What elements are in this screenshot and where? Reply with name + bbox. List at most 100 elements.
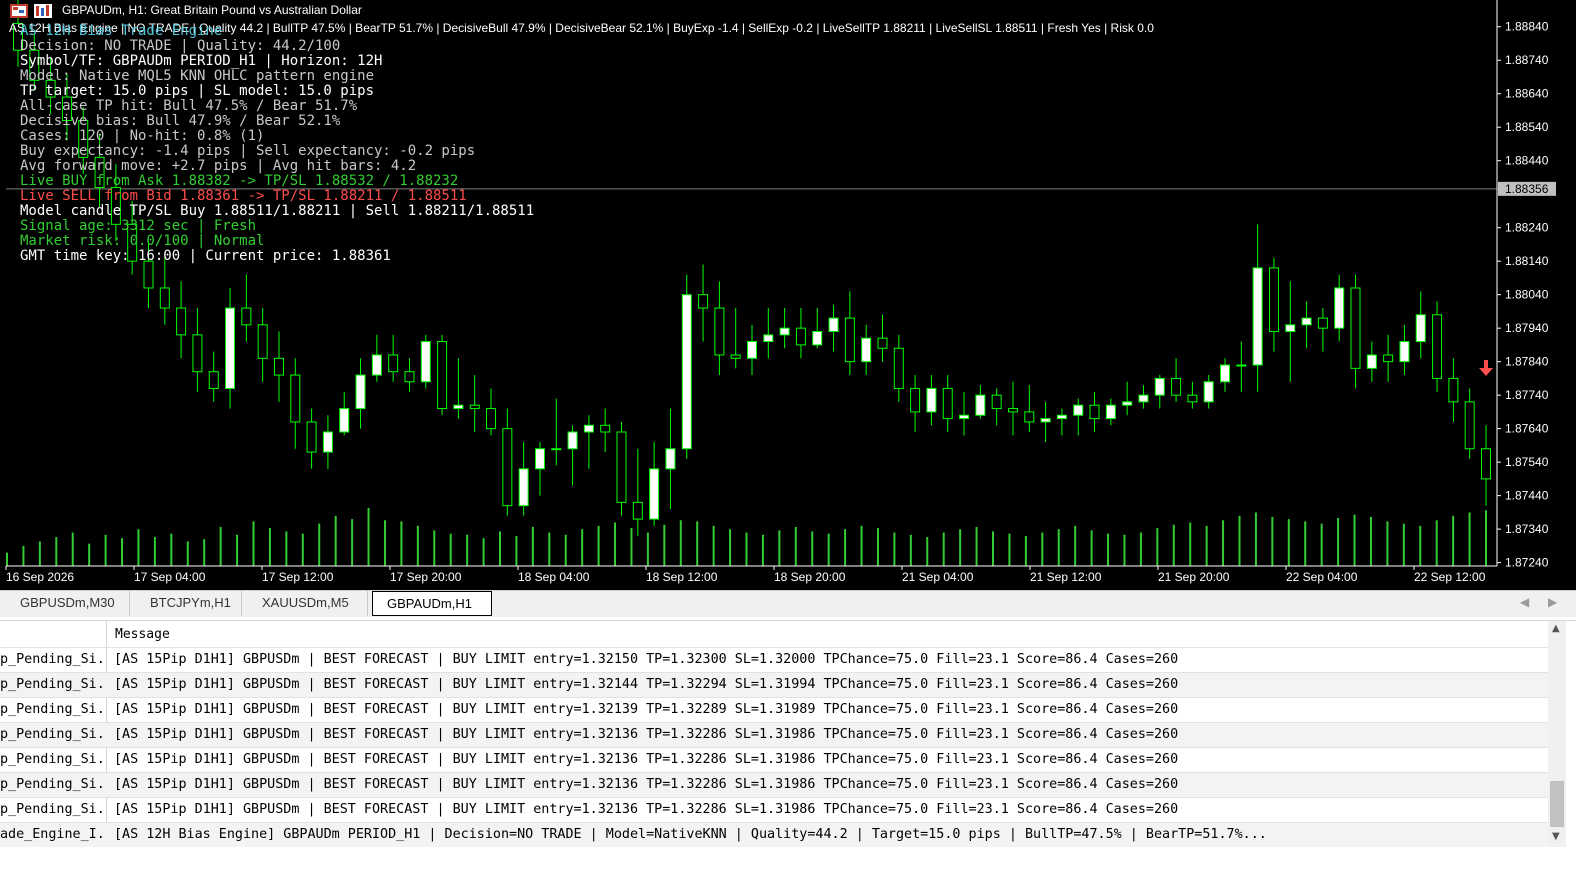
scroll-thumb[interactable] bbox=[1550, 781, 1564, 827]
candle-body bbox=[1285, 324, 1296, 333]
log-message: [AS 15Pip D1H1] GBPUSDm | BEST FORECAST … bbox=[114, 727, 1179, 742]
price-tick-label: 1.88540 bbox=[1505, 120, 1549, 134]
candle-body bbox=[1122, 401, 1133, 406]
candle-body bbox=[388, 354, 399, 373]
candle-body bbox=[469, 404, 480, 410]
overlay-line: Cases: 120 | No-hit: 0.8% (1) bbox=[20, 128, 265, 144]
candle-body bbox=[714, 307, 725, 356]
candle-body bbox=[1073, 404, 1084, 416]
candle-body bbox=[1220, 364, 1231, 383]
price-tick-label: 1.88240 bbox=[1505, 221, 1549, 235]
chart-window-icon[interactable] bbox=[10, 3, 28, 18]
candle-body bbox=[355, 374, 366, 410]
candle-body bbox=[1366, 354, 1377, 369]
tab-scroll-left-icon[interactable]: ◀ bbox=[1520, 595, 1529, 609]
candle-body bbox=[290, 374, 301, 423]
sell-arrow-icon bbox=[1479, 360, 1493, 376]
candle-body bbox=[1007, 408, 1018, 413]
candle-body bbox=[159, 287, 170, 309]
candle-body bbox=[1089, 404, 1100, 420]
candle-body bbox=[665, 448, 676, 470]
candle-body bbox=[926, 387, 937, 413]
log-row[interactable]: p_Pending_Si... [AS 15Pip D1H1] GBPUSDm |… bbox=[0, 647, 1548, 672]
price-tick-label: 1.88840 bbox=[1505, 20, 1549, 34]
log-source: ade_Engine_I... bbox=[0, 827, 104, 842]
log-row[interactable]: ade_Engine_I... [AS 12H Bias Engine] GBPA… bbox=[0, 822, 1548, 847]
log-header-message[interactable]: Message bbox=[115, 627, 170, 642]
candle-body bbox=[176, 307, 187, 336]
overlay-line: All-case TP hit: Bull 47.5% / Bear 51.7% bbox=[20, 98, 358, 114]
log-message: [AS 15Pip D1H1] GBPUSDm | BEST FORECAST … bbox=[114, 652, 1179, 667]
time-tick-label: 21 Sep 20:00 bbox=[1158, 570, 1230, 584]
tab-btcjpym-h1[interactable]: BTCJPYm,H1 bbox=[136, 591, 242, 616]
log-row[interactable]: p_Pending_Si... [AS 15Pip D1H1] GBPUSDm |… bbox=[0, 722, 1548, 747]
trade-panel-icon[interactable] bbox=[34, 3, 52, 18]
candle-body bbox=[649, 468, 660, 520]
candle-body bbox=[681, 294, 692, 450]
chart-title-bar: GBPAUDm, H1: Great Britain Pound vs Aust… bbox=[10, 2, 362, 18]
log-message: [AS 15Pip D1H1] GBPUSDm | BEST FORECAST … bbox=[114, 777, 1179, 792]
overlay-line: Market risk: 0.0/100 | Normal bbox=[20, 233, 265, 249]
log-row[interactable]: p_Pending_Si... [AS 15Pip D1H1] GBPUSDm |… bbox=[0, 672, 1548, 697]
candle-body bbox=[1317, 317, 1328, 329]
candle-body bbox=[1056, 414, 1067, 420]
overlay-line: AS 12H Bias Trade Engine bbox=[20, 23, 223, 39]
log-row[interactable]: p_Pending_Si... [AS 15Pip D1H1] GBPUSDm |… bbox=[0, 747, 1548, 772]
candle-body bbox=[1236, 364, 1247, 367]
candle-body bbox=[339, 408, 350, 433]
price-tick-label: 1.88640 bbox=[1505, 87, 1549, 101]
overlay-line: Avg forward move: +2.7 pips | Avg hit ba… bbox=[20, 158, 417, 174]
log-row[interactable]: p_Pending_Si... [AS 15Pip D1H1] GBPUSDm |… bbox=[0, 797, 1548, 822]
log-source: p_Pending_Si... bbox=[0, 677, 104, 692]
ea-info-overlay: AS 12H Bias Trade Engine Decision: NO TRA… bbox=[20, 24, 534, 264]
overlay-line: GMT time key: 16:00 | Current price: 1.8… bbox=[20, 248, 391, 264]
candle-body bbox=[371, 354, 382, 376]
price-tick-label: 1.88440 bbox=[1505, 154, 1549, 168]
candle-body bbox=[1383, 354, 1394, 363]
candle-body bbox=[1481, 448, 1491, 480]
log-source: p_Pending_Si... bbox=[0, 777, 104, 792]
tab-scroll-right-icon[interactable]: ▶ bbox=[1548, 595, 1557, 609]
log-message: [AS 15Pip D1H1] GBPUSDm | BEST FORECAST … bbox=[114, 677, 1179, 692]
candle-body bbox=[1024, 411, 1035, 423]
candle-body bbox=[1187, 394, 1198, 403]
time-tick-label: 17 Sep 04:00 bbox=[134, 570, 206, 584]
time-tick-label: 21 Sep 04:00 bbox=[902, 570, 974, 584]
candle-body bbox=[1171, 377, 1182, 396]
candle-body bbox=[1105, 404, 1116, 420]
price-tick-label: 1.87640 bbox=[1505, 422, 1549, 436]
scroll-down-icon[interactable]: ▼ bbox=[1552, 831, 1560, 842]
overlay-line: Live BUY from Ask 1.88382 -> TP/SL 1.885… bbox=[20, 173, 459, 189]
candle-body bbox=[502, 428, 513, 507]
scroll-up-icon[interactable]: ▲ bbox=[1552, 623, 1560, 634]
price-tick-label: 1.87740 bbox=[1505, 388, 1549, 402]
candle-body bbox=[273, 357, 284, 376]
chart-area[interactable]: 1.88840 1.88740 1.88640 1.88540 1.88440 1.882… bbox=[0, 0, 1576, 590]
time-tick-label: 18 Sep 12:00 bbox=[646, 570, 718, 584]
candle-body bbox=[225, 307, 236, 389]
log-row[interactable]: p_Pending_Si... [AS 15Pip D1H1] GBPUSDm |… bbox=[0, 772, 1548, 797]
candle-body bbox=[1464, 401, 1475, 450]
candle-body bbox=[844, 317, 855, 363]
price-tick-label: 1.87540 bbox=[1505, 455, 1549, 469]
candle-body bbox=[1301, 317, 1312, 326]
candle-body bbox=[1448, 377, 1459, 403]
time-tick-label: 21 Sep 12:00 bbox=[1030, 570, 1102, 584]
candle-body bbox=[1040, 418, 1051, 423]
tab-gbpaudm-h1[interactable]: GBPAUDm,H1 bbox=[372, 591, 492, 616]
log-row[interactable]: p_Pending_Si... [AS 15Pip D1H1] GBPUSDm |… bbox=[0, 697, 1548, 722]
candle-body bbox=[975, 394, 986, 416]
log-scrollbar[interactable]: ▲ ▼ bbox=[1548, 621, 1566, 847]
log-message: [AS 15Pip D1H1] GBPUSDm | BEST FORECAST … bbox=[114, 702, 1179, 717]
log-message: [AS 15Pip D1H1] GBPUSDm | BEST FORECAST … bbox=[114, 752, 1179, 767]
candle-body bbox=[437, 341, 448, 410]
tab-gbpusdm-m30[interactable]: GBPUSDm,M30 bbox=[6, 591, 130, 616]
candle-body bbox=[143, 260, 154, 289]
candle-body bbox=[208, 371, 219, 389]
log-message: [AS 12H Bias Engine] GBPAUDm PERIOD_H1 |… bbox=[114, 827, 1267, 842]
candle-body bbox=[730, 354, 741, 359]
price-tick-label: 1.88040 bbox=[1505, 288, 1549, 302]
candle-body bbox=[583, 424, 594, 433]
candle-body bbox=[1138, 394, 1149, 403]
tab-xauusdm-m5[interactable]: XAUUSDm,M5 bbox=[248, 591, 368, 616]
